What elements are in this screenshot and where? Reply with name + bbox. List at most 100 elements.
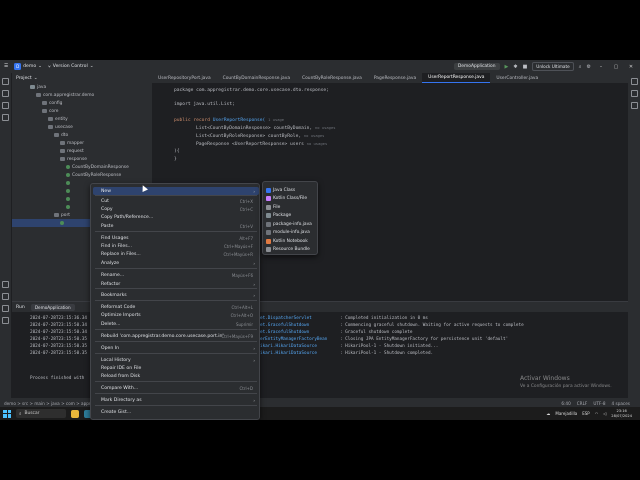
context-menu-item[interactable]: Local History ›: [93, 356, 259, 364]
tree-item[interactable]: CountByRoleResponse: [12, 171, 152, 179]
context-menu-item[interactable]: Replace in Files... Ctrl+Mayús+R: [93, 250, 259, 258]
problems-tool-icon[interactable]: [2, 305, 9, 312]
terminal-tool-icon[interactable]: [2, 293, 9, 300]
context-menu-item[interactable]: Reformat Code Ctrl+Alt+L: [93, 303, 259, 311]
editor-tab[interactable]: CountByDomainResponse.java: [217, 73, 296, 83]
context-menu-item[interactable]: Open In ›: [93, 344, 259, 352]
windows-start-button[interactable]: [3, 409, 11, 418]
project-panel-header[interactable]: Project ⌄: [12, 73, 152, 83]
wifi-icon[interactable]: ◠: [595, 411, 599, 416]
context-menu-item[interactable]: Optimize Imports Ctrl+Alt+O: [93, 311, 259, 319]
editor-tab[interactable]: UserController.java: [490, 73, 544, 83]
close-window-button[interactable]: ✕: [626, 64, 636, 70]
log-logger[interactable]: ikari.HikariDataSource: [260, 351, 317, 356]
taskbar-search[interactable]: ⌕ Buscar: [16, 409, 66, 418]
language-indicator[interactable]: ESP: [582, 411, 589, 416]
editor-tab[interactable]: UserRepositoryPort.java: [152, 73, 217, 83]
run-tool-icon[interactable]: [2, 281, 9, 288]
weather-label[interactable]: Marejadilla: [555, 411, 577, 416]
new-submenu-item[interactable]: Package: [265, 212, 317, 220]
more-tools-icon[interactable]: [2, 114, 9, 121]
tree-item[interactable]: com.appregistrar.demo: [12, 91, 152, 99]
editor-tab[interactable]: UserReportResponse.java: [422, 73, 491, 83]
context-menu-item[interactable]: Repair IDE on File: [93, 364, 259, 372]
new-submenu-item[interactable]: package-info.java: [265, 220, 317, 228]
indent-setting[interactable]: 4 spaces: [612, 401, 630, 406]
context-menu-item[interactable]: Rename... Mayús+F6: [93, 271, 259, 279]
context-menu-item[interactable]: New ›: [93, 187, 259, 195]
new-submenu-item[interactable]: File: [265, 203, 317, 211]
search-icon[interactable]: ⌕: [579, 64, 582, 70]
maximize-button[interactable]: ▢: [611, 64, 621, 70]
context-menu-item[interactable]: Copy Ctrl+C: [93, 205, 259, 213]
context-menu-item[interactable]: Mark Directory as ›: [93, 396, 259, 404]
context-menu-item[interactable]: Create Gist...: [93, 408, 259, 416]
log-logger[interactable]: et.DispatcherServlet: [260, 316, 312, 321]
log-logger[interactable]: ikari.HikariDataSource: [260, 344, 317, 349]
database-icon[interactable]: [630, 90, 638, 97]
debug-icon[interactable]: ✱: [513, 64, 517, 70]
context-menu-item[interactable]: Rebuild 'com.appregistrar.demo.core.usec…: [93, 332, 259, 340]
new-submenu: Java Class Kotlin Class/File File Package pa…: [262, 181, 318, 255]
project-tool-icon[interactable]: [2, 78, 9, 85]
editor-tab[interactable]: CountByRoleResponse.java: [296, 73, 368, 83]
run-tab-demo-application[interactable]: DemoApplication: [30, 303, 75, 311]
caret-position[interactable]: 6:40: [561, 401, 570, 406]
vcs-widget[interactable]: ⑂ Version Control ⌄: [48, 64, 94, 70]
tree-item[interactable]: CountByDomainResponse: [12, 163, 152, 171]
new-submenu-item[interactable]: Resource Bundle: [265, 246, 317, 254]
tree-item[interactable]: java: [12, 83, 152, 91]
new-submenu-item[interactable]: Java Class: [265, 186, 317, 194]
context-menu-item[interactable]: Delete... Suprimir: [93, 320, 259, 328]
context-menu-item[interactable]: Cut Ctrl+X: [93, 197, 259, 205]
main-menu-button[interactable]: ☰: [4, 64, 8, 69]
gradle-icon[interactable]: [630, 102, 638, 109]
tree-item[interactable]: response: [12, 155, 152, 163]
context-menu-item[interactable]: Copy Path/Reference...: [93, 213, 259, 221]
new-submenu-item[interactable]: Kotlin Notebook: [265, 237, 317, 245]
context-menu-item[interactable]: Analyze ›: [93, 259, 259, 267]
notifications-icon[interactable]: [630, 78, 638, 85]
volume-icon[interactable]: ◁: [603, 411, 606, 416]
clock[interactable]: 23:16 28/07/2024: [611, 409, 632, 419]
tree-item[interactable]: core: [12, 107, 152, 115]
unlock-ultimate-button[interactable]: Unlock Ultimate: [532, 62, 574, 71]
tree-item[interactable]: usecase: [12, 123, 152, 131]
menu-item-shortcut: Ctrl+Alt+L: [231, 304, 253, 310]
class-icon: [60, 221, 64, 225]
context-menu-item[interactable]: Find Usages Alt+F7: [93, 234, 259, 242]
chevron-right-icon: ›: [253, 292, 255, 298]
minimize-button[interactable]: –: [596, 64, 606, 70]
run-icon[interactable]: ▶: [505, 64, 509, 70]
new-submenu-item[interactable]: Kotlin Class/File: [265, 195, 317, 203]
submenu-item-label: Java Class: [273, 187, 296, 193]
context-menu-item[interactable]: Paste Ctrl+V: [93, 222, 259, 230]
file-explorer-icon[interactable]: [71, 409, 79, 418]
project-selector[interactable]: D demo ⌄: [14, 63, 42, 70]
tree-item[interactable]: config: [12, 99, 152, 107]
structure-tool-icon[interactable]: [2, 102, 9, 109]
run-config-selector[interactable]: DemoApplication: [453, 63, 500, 70]
tree-item[interactable]: request: [12, 147, 152, 155]
stop-icon[interactable]: ■: [523, 64, 528, 70]
commit-tool-icon[interactable]: [2, 90, 9, 97]
context-menu-item[interactable]: Compare With... Ctrl+D: [93, 384, 259, 392]
log-logger[interactable]: et.GracefulShutdown: [260, 330, 309, 335]
file-encoding[interactable]: UTF-8: [593, 401, 605, 406]
tree-item[interactable]: mapper: [12, 139, 152, 147]
log-logger[interactable]: erEntityManagerFactoryBean: [260, 337, 327, 342]
context-menu-item[interactable]: Refactor ›: [93, 280, 259, 288]
editor-tab[interactable]: PageResponse.java: [368, 73, 422, 83]
new-submenu-item[interactable]: module-info.java: [265, 229, 317, 237]
context-menu-item[interactable]: Find in Files... Ctrl+Mayús+F: [93, 242, 259, 250]
tree-item[interactable]: dto: [12, 131, 152, 139]
code-line-count-by-role: List<CountByRoleResponse> countByRole, n…: [196, 133, 325, 139]
settings-icon[interactable]: ⚙: [587, 64, 591, 70]
context-menu-item[interactable]: Bookmarks ›: [93, 291, 259, 299]
context-menu-item[interactable]: Reload from Disk: [93, 372, 259, 380]
log-logger[interactable]: et.GracefulShutdown: [260, 323, 309, 328]
git-tool-icon[interactable]: [2, 317, 9, 324]
tree-item[interactable]: entity: [12, 115, 152, 123]
line-separator[interactable]: CRLF: [577, 401, 588, 406]
menu-item-label: Refactor: [101, 281, 121, 287]
